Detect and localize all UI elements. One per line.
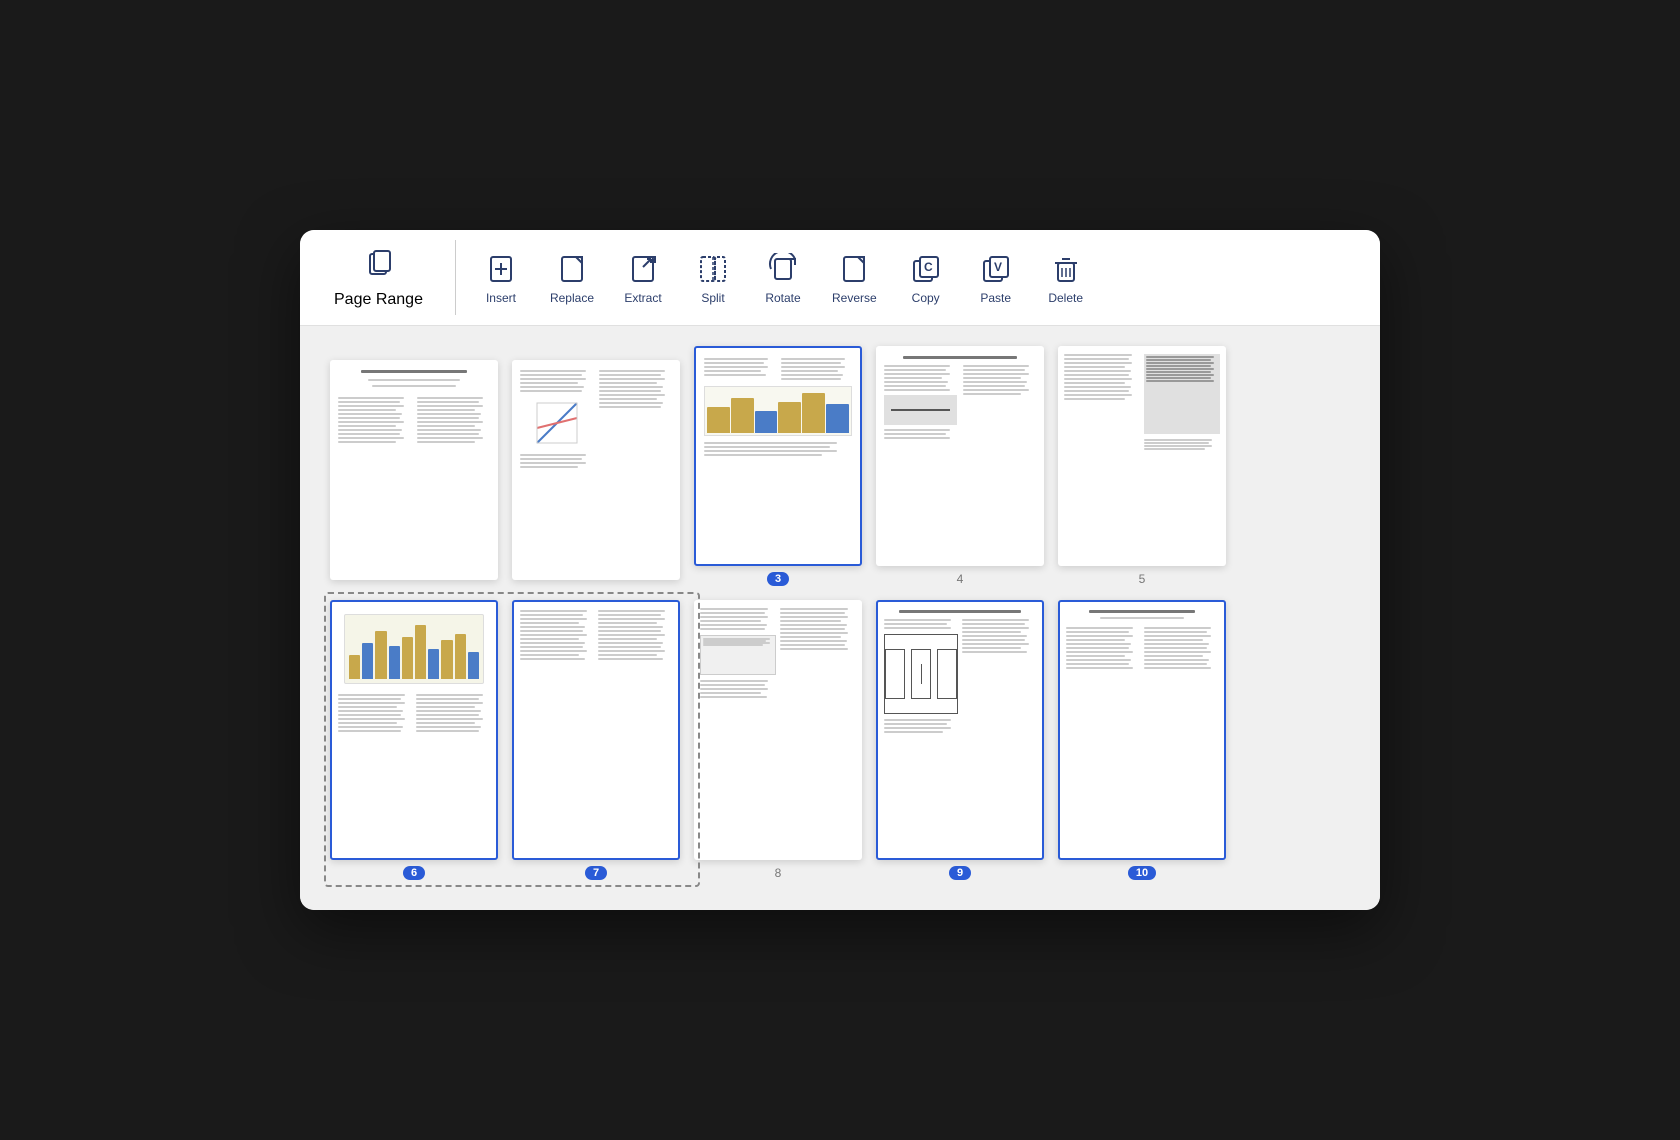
page-badge-3: 3 <box>767 572 789 586</box>
page-badge-9: 9 <box>949 866 971 880</box>
svg-text:V: V <box>994 260 1002 274</box>
page-badge-7: 7 <box>585 866 607 880</box>
page-thumb-4[interactable] <box>876 346 1044 566</box>
reverse-label: Reverse <box>832 291 877 305</box>
reverse-button[interactable]: Reverse <box>818 245 891 311</box>
page-thumb-6[interactable] <box>330 600 498 860</box>
paste-label: Paste <box>980 291 1011 305</box>
main-panel: Page Range Insert R <box>300 230 1380 910</box>
page-range-label: Page Range <box>334 291 423 309</box>
pages-row-1: 3 <box>330 346 1350 586</box>
insert-button[interactable]: Insert <box>466 245 536 311</box>
page-badge-6: 6 <box>403 866 425 880</box>
page-range-icon <box>360 246 396 287</box>
page-thumb-5[interactable] <box>1058 346 1226 566</box>
page-thumb-10[interactable] <box>1058 600 1226 860</box>
split-label: Split <box>701 291 724 305</box>
page-thumb-3[interactable] <box>694 346 862 566</box>
paste-icon: V <box>978 251 1014 287</box>
replace-icon <box>554 251 590 287</box>
page-label-4: 4 <box>957 572 964 586</box>
insert-label: Insert <box>486 291 516 305</box>
page-item-7[interactable]: 7 <box>512 600 680 880</box>
toolbar: Page Range Insert R <box>300 230 1380 326</box>
delete-button[interactable]: Delete <box>1031 245 1101 311</box>
extract-label: Extract <box>624 291 661 305</box>
page-item-3[interactable]: 3 <box>694 346 862 586</box>
delete-icon <box>1048 251 1084 287</box>
extract-button[interactable]: Extract <box>608 245 678 311</box>
page-thumb-1[interactable] <box>330 360 498 580</box>
extract-icon <box>625 251 661 287</box>
page-item-9[interactable]: 9 <box>876 600 1044 880</box>
split-button[interactable]: Split <box>678 245 748 311</box>
page-label-5: 5 <box>1139 572 1146 586</box>
rotate-button[interactable]: Rotate <box>748 245 818 311</box>
copy-label: Copy <box>912 291 940 305</box>
copy-button[interactable]: C Copy <box>891 245 961 311</box>
toolbar-group-left: Page Range <box>320 240 456 315</box>
page-item-5[interactable]: 5 <box>1058 346 1226 586</box>
page-thumb-2[interactable] <box>512 360 680 580</box>
rotate-icon <box>765 251 801 287</box>
page-range-button[interactable]: Page Range <box>320 240 437 315</box>
page-thumb-8[interactable] <box>694 600 862 860</box>
rotate-label: Rotate <box>765 291 800 305</box>
page-item-4[interactable]: 4 <box>876 346 1044 586</box>
page-item-6[interactable]: 6 <box>330 600 498 880</box>
insert-icon <box>483 251 519 287</box>
page-item-1[interactable] <box>330 360 498 586</box>
svg-text:C: C <box>924 260 933 274</box>
replace-button[interactable]: Replace <box>536 245 608 311</box>
page-thumb-7[interactable] <box>512 600 680 860</box>
content-area: 3 <box>300 326 1380 910</box>
page-item-2[interactable] <box>512 360 680 586</box>
page-item-8[interactable]: 8 <box>694 600 862 880</box>
page-thumb-9[interactable] <box>876 600 1044 860</box>
page-label-8: 8 <box>775 866 782 880</box>
page-item-10[interactable]: 10 <box>1058 600 1226 880</box>
paste-button[interactable]: V Paste <box>961 245 1031 311</box>
page-badge-10: 10 <box>1128 866 1156 880</box>
split-icon <box>695 251 731 287</box>
reverse-icon <box>836 251 872 287</box>
pages-row-2: 6 7 <box>330 600 1350 880</box>
delete-label: Delete <box>1048 291 1083 305</box>
replace-label: Replace <box>550 291 594 305</box>
copy-icon: C <box>908 251 944 287</box>
